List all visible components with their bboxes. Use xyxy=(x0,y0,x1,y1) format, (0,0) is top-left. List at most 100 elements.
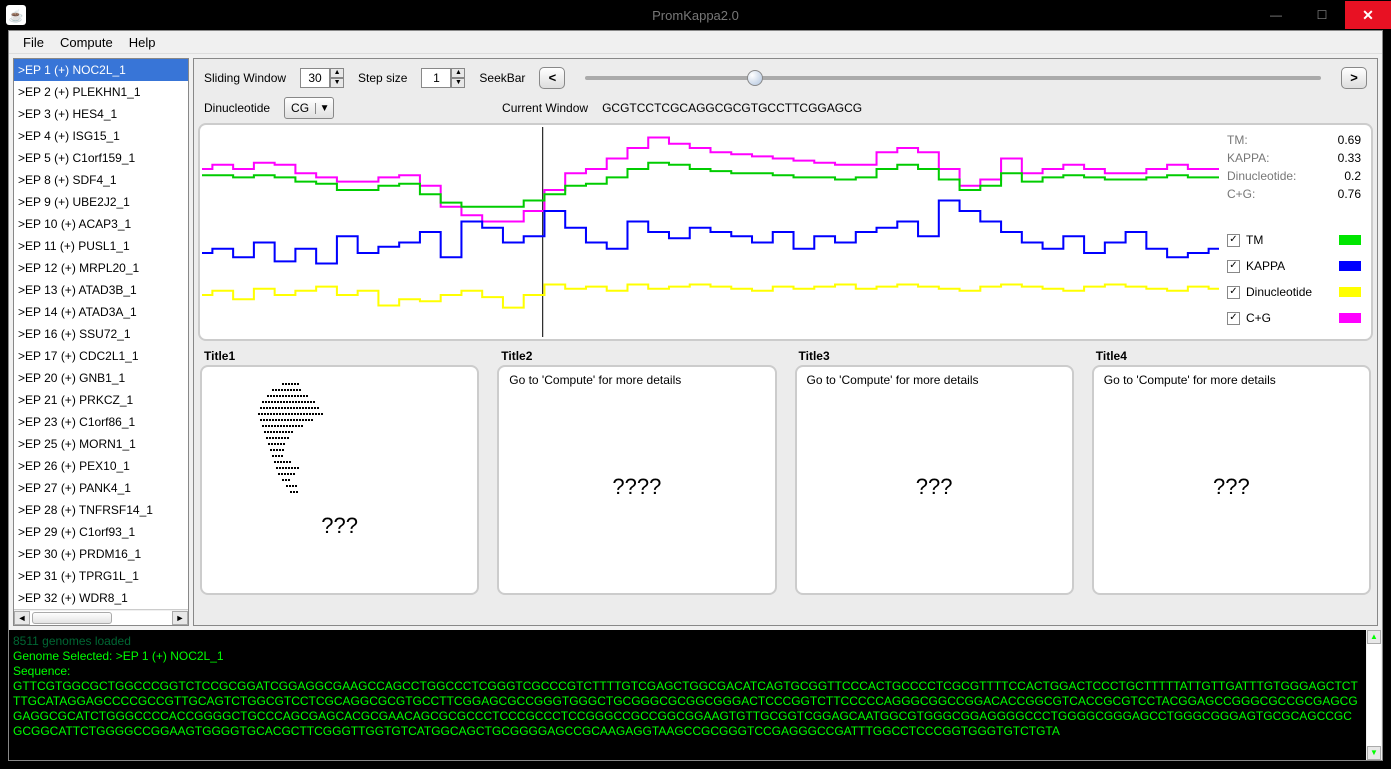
sequence-list-item[interactable]: >EP 30 (+) PRDM16_1 xyxy=(14,543,188,565)
java-icon: ☕ xyxy=(6,5,26,25)
scroll-left-button[interactable]: ◄ xyxy=(14,611,30,625)
current-window-value: GCGTCCTCGCAGGCGCGTGCCTTCGGAGCG xyxy=(602,101,862,115)
sequence-list-item[interactable]: >EP 13 (+) ATAD3B_1 xyxy=(14,279,188,301)
menu-bar: File Compute Help xyxy=(9,31,1382,54)
sequence-list-item[interactable]: >EP 25 (+) MORN1_1 xyxy=(14,433,188,455)
sequence-list-item[interactable]: >EP 28 (+) TNFRSF14_1 xyxy=(14,499,188,521)
color-swatch xyxy=(1339,287,1361,297)
seekbar-track[interactable] xyxy=(585,76,1321,80)
checkbox-icon[interactable]: ✓ xyxy=(1227,312,1240,325)
scroll-right-button[interactable]: ► xyxy=(172,611,188,625)
sequence-list-item[interactable]: >EP 14 (+) ATAD3A_1 xyxy=(14,301,188,323)
console-line: 8511 genomes loaded xyxy=(13,634,1378,649)
legend-kappa[interactable]: ✓KAPPA xyxy=(1227,259,1361,273)
sequence-list-item[interactable]: >EP 31 (+) TPRG1L_1 xyxy=(14,565,188,587)
card3-title: Title3 xyxy=(795,347,1074,365)
window-title: PromKappa2.0 xyxy=(652,8,739,23)
sequence-list-item[interactable]: >EP 27 (+) PANK4_1 xyxy=(14,477,188,499)
sequence-list-item[interactable]: >EP 29 (+) C1orf93_1 xyxy=(14,521,188,543)
color-swatch xyxy=(1339,261,1361,271)
scroll-thumb[interactable] xyxy=(32,612,112,624)
maximize-button[interactable]: ☐ xyxy=(1299,1,1345,29)
chart-side-panel: TM:0.69 KAPPA:0.33 Dinucleotide:0.2 C+G:… xyxy=(1219,127,1369,337)
stat-kappa-value: 0.33 xyxy=(1338,151,1361,165)
sequence-list-item[interactable]: >EP 5 (+) C1orf159_1 xyxy=(14,147,188,169)
console-line: Genome Selected: >EP 1 (+) NOC2L_1 xyxy=(13,649,1378,664)
sequence-list-item[interactable]: >EP 10 (+) ACAP3_1 xyxy=(14,213,188,235)
sequence-list-item[interactable]: >EP 4 (+) ISG15_1 xyxy=(14,125,188,147)
sequence-list-item[interactable]: >EP 2 (+) PLEKHN1_1 xyxy=(14,81,188,103)
sidebar-hscrollbar[interactable]: ◄ ► xyxy=(14,609,188,625)
sliding-window-input[interactable] xyxy=(300,68,330,88)
toolbar-row1: Sliding Window ▲▼ Step size ▲▼ SeekBar <… xyxy=(198,63,1373,93)
sequence-list-item[interactable]: >EP 12 (+) MRPL20_1 xyxy=(14,257,188,279)
current-window-label: Current Window xyxy=(502,101,588,115)
menu-compute[interactable]: Compute xyxy=(52,32,121,53)
dinucleotide-label: Dinucleotide xyxy=(204,101,270,115)
seekbar-label: SeekBar xyxy=(479,71,525,85)
console-output[interactable]: 8511 genomes loaded Genome Selected: >EP… xyxy=(9,630,1382,760)
checkbox-icon[interactable]: ✓ xyxy=(1227,234,1240,247)
ss-up[interactable]: ▲ xyxy=(451,68,465,78)
sequence-list-item[interactable]: >EP 21 (+) PRKCZ_1 xyxy=(14,389,188,411)
sequence-list[interactable]: >EP 1 (+) NOC2L_1>EP 2 (+) PLEKHN1_1>EP … xyxy=(14,59,188,609)
sw-down[interactable]: ▼ xyxy=(330,78,344,88)
close-button[interactable]: ✕ xyxy=(1345,1,1391,29)
sequence-list-item[interactable]: >EP 1 (+) NOC2L_1 xyxy=(14,59,188,81)
color-swatch xyxy=(1339,313,1361,323)
step-size-spinner[interactable]: ▲▼ xyxy=(421,68,465,88)
checkbox-icon[interactable]: ✓ xyxy=(1227,286,1240,299)
dinucleotide-select[interactable]: CG ▼ xyxy=(284,97,334,119)
step-size-input[interactable] xyxy=(421,68,451,88)
card3-msg: Go to 'Compute' for more details xyxy=(807,373,1062,387)
sequence-list-item[interactable]: >EP 9 (+) UBE2J2_1 xyxy=(14,191,188,213)
sequence-list-item[interactable]: >EP 8 (+) SDF4_1 xyxy=(14,169,188,191)
stat-din-value: 0.2 xyxy=(1344,169,1361,183)
sequence-list-item[interactable]: >EP 3 (+) HES4_1 xyxy=(14,103,188,125)
legend-tm[interactable]: ✓TM xyxy=(1227,233,1361,247)
sequence-list-panel: >EP 1 (+) NOC2L_1>EP 2 (+) PLEKHN1_1>EP … xyxy=(13,58,189,626)
chart-card: TM:0.69 KAPPA:0.33 Dinucleotide:0.2 C+G:… xyxy=(198,123,1373,341)
sequence-list-item[interactable]: >EP 17 (+) CDC2L1_1 xyxy=(14,345,188,367)
sliding-window-spinner[interactable]: ▲▼ xyxy=(300,68,344,88)
stat-cg-value: 0.76 xyxy=(1338,187,1361,201)
bottom-cards: Title1 ??? Title2 Go to 'Compute' for mo… xyxy=(198,343,1373,599)
checkbox-icon[interactable]: ✓ xyxy=(1227,260,1240,273)
legend-cg[interactable]: ✓C+G xyxy=(1227,311,1361,325)
card2: Go to 'Compute' for more details ???? xyxy=(497,365,776,595)
menu-help[interactable]: Help xyxy=(121,32,164,53)
legend-din[interactable]: ✓Dinucleotide xyxy=(1227,285,1361,299)
console-vscrollbar[interactable]: ▲ ▼ xyxy=(1366,630,1382,760)
sequence-list-item[interactable]: >EP 11 (+) PUSL1_1 xyxy=(14,235,188,257)
step-size-label: Step size xyxy=(358,71,407,85)
minimize-button[interactable]: — xyxy=(1253,1,1299,29)
scroll-up-button[interactable]: ▲ xyxy=(1367,630,1381,644)
card2-qmark: ???? xyxy=(509,387,764,587)
card2-title: Title2 xyxy=(497,347,776,365)
card4-qmark: ??? xyxy=(1104,387,1359,587)
console-line: Sequence: xyxy=(13,664,1378,679)
sequence-list-item[interactable]: >EP 16 (+) SSU72_1 xyxy=(14,323,188,345)
sequence-list-item[interactable]: >EP 20 (+) GNB1_1 xyxy=(14,367,188,389)
sequence-list-item[interactable]: >EP 32 (+) WDR8_1 xyxy=(14,587,188,609)
seek-fwd-button[interactable]: > xyxy=(1341,67,1367,89)
sw-up[interactable]: ▲ xyxy=(330,68,344,78)
card1-qmark: ??? xyxy=(212,513,467,539)
pattern-plot xyxy=(212,373,372,533)
card4-msg: Go to 'Compute' for more details xyxy=(1104,373,1359,387)
seek-back-button[interactable]: < xyxy=(539,67,565,89)
console-sequence: GTTCGTGGCGCTGGCCCGGTCTCCGCGGATCGGAGGCGAA… xyxy=(13,679,1378,739)
card4: Go to 'Compute' for more details ??? xyxy=(1092,365,1371,595)
stat-cg-label: C+G: xyxy=(1227,187,1255,201)
chart-area[interactable] xyxy=(202,127,1219,337)
ss-down[interactable]: ▼ xyxy=(451,78,465,88)
card3-qmark: ??? xyxy=(807,387,1062,587)
titlebar: ☕ PromKappa2.0 — ☐ ✕ xyxy=(0,0,1391,30)
seekbar-thumb[interactable] xyxy=(747,70,763,86)
scroll-down-button[interactable]: ▼ xyxy=(1367,746,1381,760)
sequence-list-item[interactable]: >EP 26 (+) PEX10_1 xyxy=(14,455,188,477)
menu-file[interactable]: File xyxy=(15,32,52,53)
sequence-list-item[interactable]: >EP 23 (+) C1orf86_1 xyxy=(14,411,188,433)
card3: Go to 'Compute' for more details ??? xyxy=(795,365,1074,595)
card1-title: Title1 xyxy=(200,347,479,365)
